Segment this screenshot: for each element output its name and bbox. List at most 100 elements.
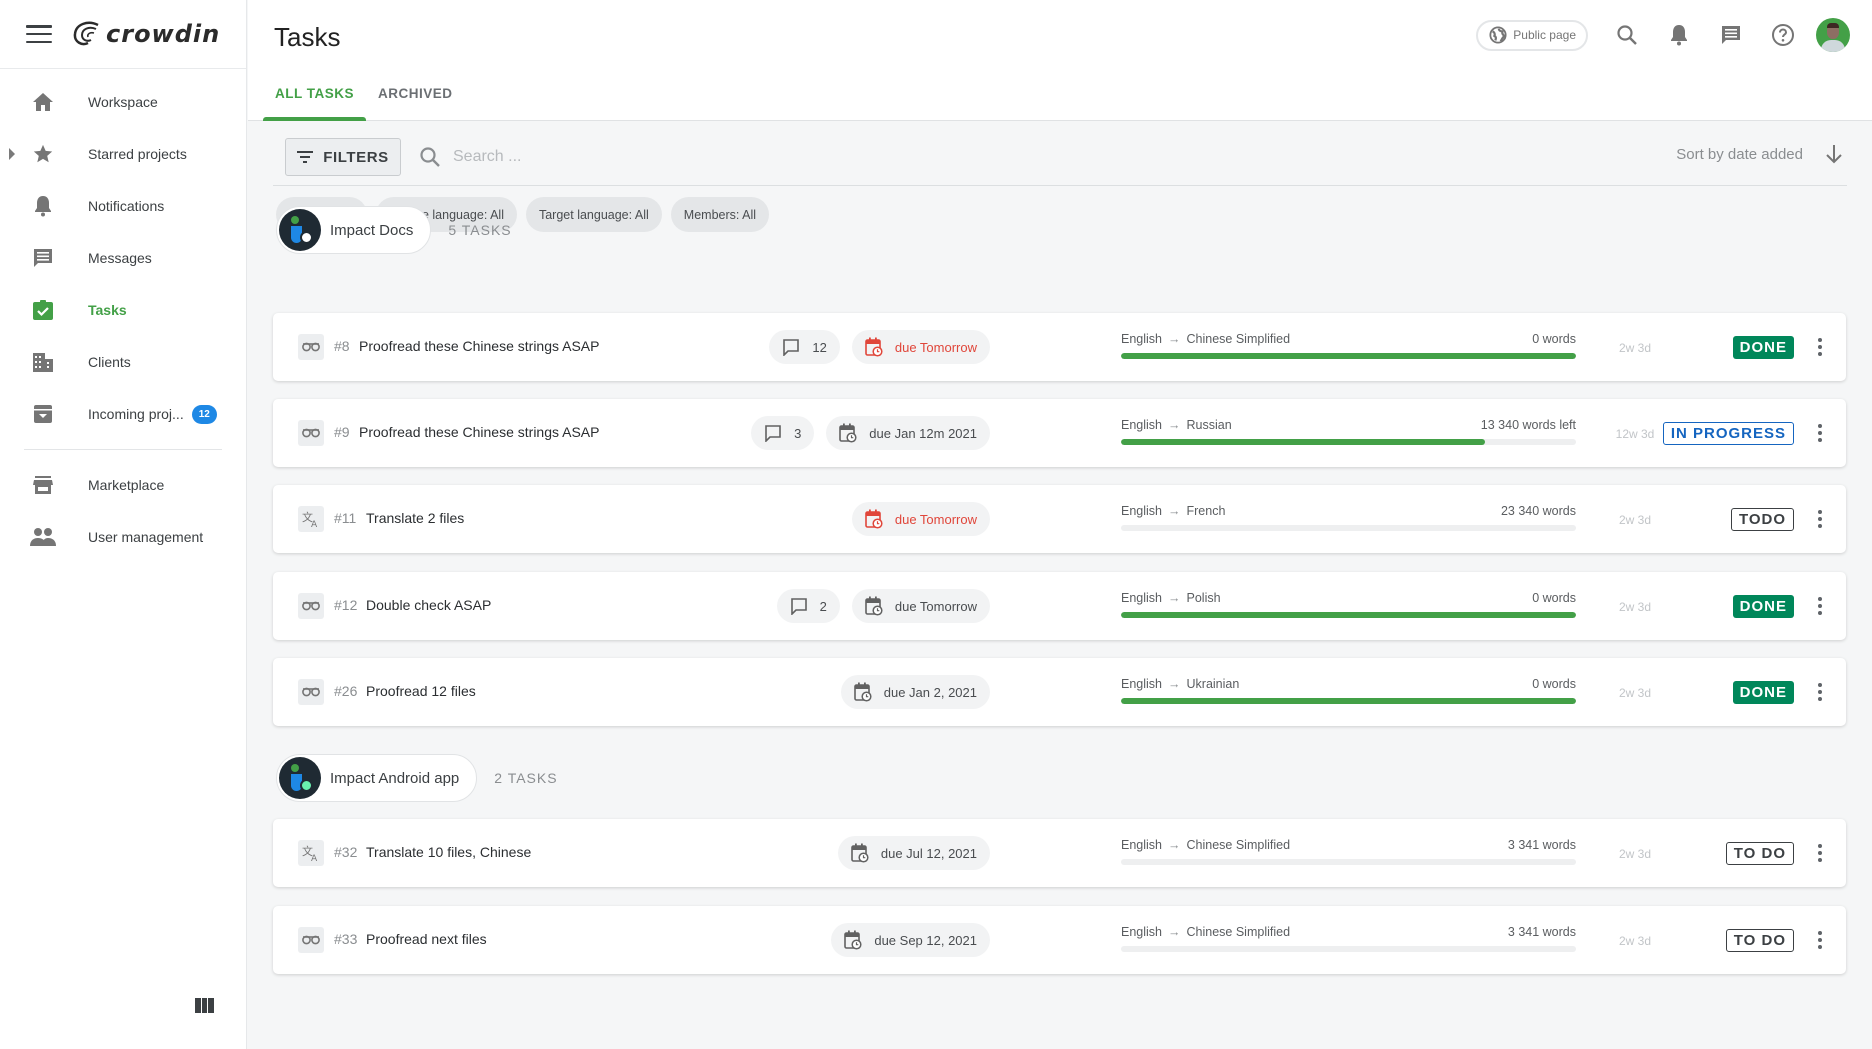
public-page-button[interactable]: Public page [1476, 19, 1588, 51]
progress-fill [1121, 698, 1576, 704]
progress-fill [1121, 439, 1485, 445]
more-options-icon[interactable] [1816, 928, 1824, 952]
sidebar-item-workspace[interactable]: Workspace [0, 76, 246, 128]
sidebar-header: crowdin [0, 0, 246, 69]
sidebar-item-incoming-projects[interactable]: Incoming proj... 12 [0, 388, 246, 440]
filters-label: FILTERS [323, 148, 389, 166]
target-language: Chinese Simplified [1186, 332, 1291, 346]
project-pill[interactable]: Impact Docs [276, 206, 432, 254]
columns-view-icon[interactable] [195, 998, 215, 1013]
menu-icon[interactable] [26, 25, 52, 43]
task-card[interactable]: #26 Proofread 12 files due Jan 2, 2021 E… [273, 658, 1846, 726]
sidebar-item-label: Workspace [88, 94, 158, 110]
task-id: #26 [334, 683, 358, 699]
sidebar-item-user-management[interactable]: User management [0, 511, 246, 563]
due-date[interactable]: due Jan 2, 2021 [840, 675, 990, 709]
sort-control[interactable]: Sort by date added [1676, 144, 1843, 164]
expand-caret-icon[interactable] [9, 148, 15, 160]
status-badge[interactable]: DONE [1732, 595, 1794, 618]
proofread-type-icon [298, 679, 324, 705]
sort-label: Sort by date added [1676, 145, 1803, 163]
task-name[interactable]: Proofread these Chinese strings ASAP [359, 338, 599, 354]
task-card[interactable]: #9 Proofread these Chinese strings ASAP … [273, 399, 1846, 467]
task-language-progress: English → Ukrainian 0 words [1121, 677, 1576, 704]
user-avatar[interactable] [1816, 18, 1850, 52]
sidebar-item-clients[interactable]: Clients [0, 336, 246, 388]
chip-target-language[interactable]: Target language: All [525, 197, 662, 232]
more-options-icon[interactable] [1816, 680, 1824, 704]
page-title: Tasks [274, 22, 341, 52]
status-badge[interactable]: TO DO [1725, 842, 1794, 865]
language-pair: English → Chinese Simplified [1121, 332, 1290, 346]
sidebar-item-tasks[interactable]: Tasks [0, 284, 246, 336]
due-date[interactable]: due Sep 12, 2021 [831, 923, 990, 957]
project-group-header: Impact Android app 2 TASKS [276, 754, 558, 802]
comments-count[interactable]: 12 [769, 330, 840, 364]
due-date[interactable]: due Tomorrow [851, 502, 990, 536]
tab-all-tasks[interactable]: ALL TASKS [263, 78, 367, 121]
status-badge[interactable]: DONE [1732, 681, 1794, 704]
task-name[interactable]: Proofread these Chinese strings ASAP [359, 424, 599, 440]
project-pill[interactable]: Impact Android app [276, 754, 478, 802]
more-options-icon[interactable] [1816, 594, 1824, 618]
task-name[interactable]: Proofread next files [366, 931, 487, 947]
status-badge[interactable]: IN PROGRESS [1662, 422, 1794, 445]
status-badge[interactable]: TO DO [1725, 929, 1794, 952]
sidebar-item-notifications[interactable]: Notifications [0, 180, 246, 232]
task-card[interactable]: #12 Double check ASAP 2 due Tomorrow Engl… [273, 572, 1846, 640]
project-name: Impact Docs [330, 221, 414, 239]
notifications-bell-icon[interactable] [1666, 22, 1692, 48]
task-card[interactable]: #33 Proofread next files due Sep 12, 202… [273, 906, 1846, 974]
translate-type-icon: 文A [298, 506, 324, 532]
search-input[interactable] [453, 148, 853, 166]
comments-count[interactable]: 2 [776, 589, 840, 623]
status-badge[interactable]: DONE [1732, 336, 1794, 359]
task-card[interactable]: 文A #32 Translate 10 files, Chinese due J… [273, 819, 1846, 887]
due-date[interactable]: due Tomorrow [851, 589, 990, 623]
task-name[interactable]: Translate 2 files [366, 510, 464, 526]
messages-icon[interactable] [1718, 22, 1744, 48]
crowdin-logo-mark-icon [73, 21, 99, 46]
help-icon[interactable] [1770, 22, 1796, 48]
search-icon [420, 147, 440, 167]
more-options-icon[interactable] [1816, 841, 1824, 865]
sidebar-item-label: Notifications [88, 198, 165, 214]
task-card[interactable]: #8 Proofread these Chinese strings ASAP … [273, 313, 1846, 381]
task-name[interactable]: Double check ASAP [366, 597, 491, 613]
crowdin-logo[interactable]: crowdin [72, 20, 220, 48]
due-date-label: due Jan 2, 2021 [883, 684, 977, 700]
more-options-icon[interactable] [1816, 335, 1824, 359]
sidebar-item-starred-projects[interactable]: Starred projects [0, 128, 246, 180]
progress-bar [1121, 612, 1576, 618]
task-age: 2w 3d [1618, 686, 1652, 700]
sidebar-item-marketplace[interactable]: Marketplace [0, 459, 246, 511]
due-date-label: due Tomorrow [894, 339, 977, 355]
due-date[interactable]: due Tomorrow [851, 330, 990, 364]
incoming-count-badge: 12 [191, 404, 217, 424]
comments-count[interactable]: 3 [751, 416, 815, 450]
due-date[interactable]: due Jul 12, 2021 [837, 836, 990, 870]
task-name[interactable]: Proofread 12 files [366, 683, 476, 699]
more-options-icon[interactable] [1816, 507, 1824, 531]
tab-archived[interactable]: ARCHIVED [366, 78, 465, 121]
due-date-label: due Tomorrow [894, 511, 977, 527]
status-badge[interactable]: TODO [1730, 508, 1794, 531]
due-date[interactable]: due Jan 12m 2021 [826, 416, 990, 450]
sidebar-item-label: Messages [88, 250, 152, 266]
message-icon [30, 245, 56, 271]
sidebar-item-messages[interactable]: Messages [0, 232, 246, 284]
filters-button[interactable]: FILTERS [285, 138, 401, 176]
arrow-down-icon[interactable] [1825, 144, 1843, 164]
task-card[interactable]: 文A #11 Translate 2 files due Tomorrow En… [273, 485, 1846, 553]
task-language-progress: English → Chinese Simplified 0 words [1121, 332, 1576, 359]
target-language: Russian [1186, 418, 1232, 432]
source-language: English [1121, 838, 1162, 852]
task-name[interactable]: Translate 10 files, Chinese [366, 844, 531, 860]
project-name: Impact Android app [330, 769, 460, 787]
more-options-icon[interactable] [1816, 421, 1824, 445]
chip-members[interactable]: Members: All [670, 197, 770, 232]
calendar-clock-icon [844, 930, 862, 950]
search-icon[interactable] [1614, 22, 1640, 48]
task-age: 2w 3d [1618, 847, 1652, 861]
source-language: English [1121, 925, 1162, 939]
